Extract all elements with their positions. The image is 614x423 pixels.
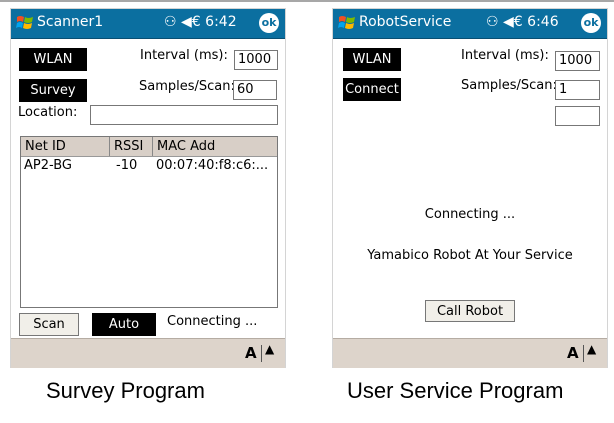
top-divider xyxy=(0,0,614,2)
connectivity-icon[interactable]: ⚇ xyxy=(486,14,499,30)
input-panel-button[interactable]: A xyxy=(245,344,257,362)
connectivity-icon[interactable]: ⚇ xyxy=(164,14,177,30)
service-message: Yamabico Robot At Your Service xyxy=(367,248,573,263)
location-label: Location: xyxy=(18,105,78,120)
connect-button[interactable]: Connect xyxy=(343,78,401,101)
survey-device-screen: Scanner1 ⚇ ◀€ 6:42 ok WLAN Interval (ms)… xyxy=(10,8,286,368)
windows-start-icon[interactable] xyxy=(15,13,35,33)
menu-bar: A ▲ xyxy=(333,338,607,368)
chevron-up-icon[interactable]: ▲ xyxy=(587,342,596,356)
scan-button[interactable]: Scan xyxy=(19,313,79,336)
interval-input[interactable]: 1000 xyxy=(234,50,278,70)
samples-input[interactable]: 60 xyxy=(233,80,277,100)
list-header: Net ID RSSI MAC Add xyxy=(21,137,277,157)
status-area[interactable]: ⚇ ◀€ 6:46 xyxy=(486,14,559,30)
wlan-button[interactable]: WLAN xyxy=(19,48,87,71)
app-title: RobotService xyxy=(359,14,452,30)
extra-input[interactable] xyxy=(555,106,600,126)
clock[interactable]: 6:46 xyxy=(527,14,558,30)
menu-divider xyxy=(583,345,584,362)
menu-divider xyxy=(261,345,262,362)
row-net-id[interactable]: AP2-BG xyxy=(24,158,72,174)
interval-label: Interval (ms): xyxy=(461,48,549,63)
column-header-mac[interactable]: MAC Add xyxy=(152,137,277,156)
volume-icon[interactable]: ◀€ xyxy=(181,14,201,30)
app-title: Scanner1 xyxy=(37,14,104,30)
column-header-net-id[interactable]: Net ID xyxy=(21,137,109,156)
menu-bar: A ▲ xyxy=(11,338,285,368)
location-input[interactable] xyxy=(90,105,278,125)
ok-button[interactable]: ok xyxy=(259,13,279,33)
wlan-button[interactable]: WLAN xyxy=(343,48,401,71)
samples-label: Samples/Scan: xyxy=(461,78,557,93)
chevron-up-icon[interactable]: ▲ xyxy=(265,342,274,356)
column-header-rssi[interactable]: RSSI xyxy=(109,137,152,156)
row-mac[interactable]: 00:07:40:f8:c6:... xyxy=(156,158,268,174)
windows-start-icon[interactable] xyxy=(337,13,357,33)
status-area[interactable]: ⚇ ◀€ 6:42 xyxy=(164,14,237,30)
samples-label: Samples/Scan: xyxy=(139,79,235,94)
call-robot-button[interactable]: Call Robot xyxy=(425,300,515,322)
clock[interactable]: 6:42 xyxy=(205,14,236,30)
interval-input[interactable]: 1000 xyxy=(555,51,600,71)
volume-icon[interactable]: ◀€ xyxy=(503,14,523,30)
survey-button[interactable]: Survey xyxy=(19,79,87,102)
caption-survey-program: Survey Program xyxy=(46,378,205,403)
ok-button[interactable]: ok xyxy=(581,13,601,33)
caption-user-service-program: User Service Program xyxy=(347,378,564,403)
samples-input[interactable]: 1 xyxy=(555,80,600,100)
robotservice-device-screen: RobotService ⚇ ◀€ 6:46 ok WLAN Interval … xyxy=(332,8,608,368)
title-bar: Scanner1 ⚇ ◀€ 6:42 ok xyxy=(11,9,285,39)
row-rssi[interactable]: -10 xyxy=(116,158,137,174)
connection-status: Connecting ... xyxy=(424,207,516,222)
network-list[interactable]: Net ID RSSI MAC Add AP2-BG -10 00:07:40:… xyxy=(20,136,278,308)
input-panel-button[interactable]: A xyxy=(567,344,579,362)
auto-button[interactable]: Auto xyxy=(92,313,156,336)
title-bar: RobotService ⚇ ◀€ 6:46 ok xyxy=(333,9,607,39)
status-text: Connecting ... xyxy=(167,314,258,329)
interval-label: Interval (ms): xyxy=(140,48,228,63)
